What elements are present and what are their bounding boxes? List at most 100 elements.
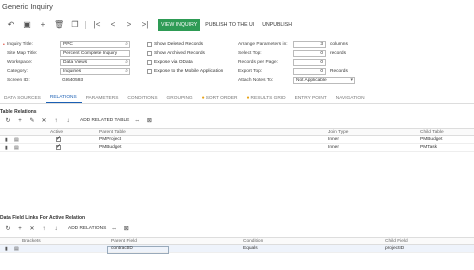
tab-entry-point[interactable]: ENTRY POINT [291,96,332,103]
delete-icon[interactable]: 🗑 [54,20,64,30]
category-label: Category: [7,69,28,74]
table-row[interactable]: ▮ ▤ contractID Equals projectID [0,245,474,254]
export-top-label: Export Top: [238,69,263,74]
note-icon[interactable]: ▤ [14,145,19,151]
save-icon[interactable]: ▣ [22,20,32,30]
select-top-input[interactable]: 0 [293,50,326,57]
active-checkbox[interactable] [56,135,61,142]
next-record-icon[interactable]: > [124,20,134,30]
expose-odata-label: Expose via OData [154,60,193,65]
tab-parameters[interactable]: PARAMETERS [82,96,124,103]
fit-columns-icon[interactable]: ⇔ [133,118,141,124]
workspace-field[interactable]: Data Views ⌕ [60,59,130,66]
arrange-parameters-input[interactable]: 3 [293,41,326,48]
tab-conditions[interactable]: CONDITIONS [123,96,162,103]
add-row-icon[interactable]: + [16,118,24,124]
inquiry-title-field[interactable]: PPC ⌕ [60,41,130,48]
unpublish-button[interactable]: UNPUBLISH [259,19,295,31]
undo-icon[interactable]: ↶ [6,20,16,30]
join-type-cell[interactable]: Inner [328,145,339,150]
column-header-child-table[interactable]: Child Table [420,130,444,135]
expose-odata-checkbox[interactable] [147,60,152,65]
copy-icon[interactable]: ❐ [70,20,80,30]
attach-notes-select[interactable]: Not Applicable ▾ [293,77,355,84]
add-icon[interactable]: + [38,20,48,30]
parent-table-cell[interactable]: PMBudget [99,145,121,150]
site-map-title-value: Percent Complete Inquiry [63,51,118,56]
show-archived-label: Show Archived Records [154,51,205,56]
column-header-brackets[interactable]: Brackets [22,239,41,244]
table-row[interactable]: ▮ ▤ PMBudget Inner PMTask [0,143,474,152]
arrange-parameters-unit: columns [330,42,348,47]
export-top-input[interactable]: 0 [293,68,326,75]
move-down-icon[interactable]: ↓ [64,118,72,124]
add-relations-button[interactable]: ADD RELATIONS [68,226,106,231]
delete-row-icon[interactable]: ✕ [28,225,36,232]
tab-relations[interactable]: RELATIONS [45,95,82,103]
site-map-title-label: Site Map Title: [7,51,38,56]
child-table-cell[interactable]: PMTask [420,145,437,150]
delete-row-icon[interactable]: ✕ [40,117,48,124]
tab-data-sources[interactable]: DATA SOURCES [0,96,46,103]
first-record-icon[interactable]: |< [92,20,102,30]
site-map-title-field[interactable]: Percent Complete Inquiry [60,50,130,57]
attach-icon[interactable]: ▮ [5,246,8,252]
search-icon[interactable]: ⌕ [125,60,128,65]
field-links-grid: Brackets Parent Field Condition Child Fi… [0,237,474,254]
condition-cell[interactable]: Equals [243,246,258,251]
tab-sort-order[interactable]: ●SORT ORDER [198,95,243,103]
fit-columns-icon[interactable]: ⇔ [110,226,118,232]
refresh-icon[interactable]: ↻ [4,225,12,232]
edit-icon[interactable]: ✎ [28,117,36,124]
column-header-parent-field[interactable]: Parent Field [111,239,137,244]
move-down-icon[interactable]: ↓ [52,226,60,232]
expose-mobile-checkbox[interactable] [147,69,152,74]
add-related-table-button[interactable]: ADD RELATED TABLE [80,118,129,123]
last-record-icon[interactable]: >| [140,20,150,30]
show-archived-checkbox[interactable] [147,51,152,56]
screen-id-label: Screen ID: [7,78,30,83]
parent-table-cell[interactable]: PMProject [99,137,121,142]
note-icon[interactable]: ▤ [14,246,19,252]
column-header-join-type[interactable]: Join Type [328,130,348,135]
records-per-page-input[interactable]: 0 [293,59,326,66]
page-title: Generic Inquiry [2,2,53,11]
view-inquiry-button[interactable]: VIEW INQUIRY [158,19,201,31]
tab-grouping[interactable]: GROUPING [163,96,198,103]
attach-icon[interactable]: ▮ [5,145,8,151]
previous-record-icon[interactable]: < [108,20,118,30]
summary-form: • Inquiry Title: PPC ⌕ Site Map Title: P… [0,40,474,92]
table-relations-title: Table Relations [0,109,37,115]
attach-notes-value: Not Applicable [296,78,327,83]
parent-field-cell[interactable]: contractID [111,246,133,251]
export-excel-icon[interactable]: ⊠ [145,117,153,124]
relations-grid-toolbar: ↻ + ✎ ✕ ↑ ↓ ADD RELATED TABLE ⇔ ⊠ [0,116,474,125]
show-deleted-checkbox[interactable] [147,42,152,47]
field-links-grid-header: Brackets Parent Field Condition Child Fi… [0,237,474,245]
attach-icon[interactable]: ▮ [5,137,8,143]
search-icon[interactable]: ⌕ [125,69,128,74]
child-table-cell[interactable]: PMBudget [420,137,442,142]
column-header-parent-table[interactable]: Parent Table [99,130,126,135]
expose-mobile-label: Expose to the Mobile Application [154,69,224,74]
category-field[interactable]: Inquiries ⌕ [60,68,130,75]
table-row[interactable]: ▮ ▤ PMProject Inner PMBudget [0,135,474,144]
add-row-icon[interactable]: + [16,226,24,232]
tab-navigation[interactable]: NAVIGATION [332,96,370,103]
relations-grid: Active Parent Table Join Type Child Tabl… [0,128,474,152]
column-header-condition[interactable]: Condition [243,239,263,244]
export-excel-icon[interactable]: ⊠ [122,225,130,232]
publish-button[interactable]: PUBLISH TO THE UI [202,19,257,31]
search-icon[interactable]: ⌕ [125,42,128,47]
refresh-icon[interactable]: ↻ [4,117,12,124]
column-header-child-field[interactable]: Child Field [385,239,408,244]
tab-results-grid[interactable]: ●RESULTS GRID [243,95,291,103]
move-up-icon[interactable]: ↑ [52,118,60,124]
active-checkbox[interactable] [56,143,61,150]
child-field-cell[interactable]: projectID [385,246,404,251]
join-type-cell[interactable]: Inner [328,137,339,142]
records-per-page-value: 0 [320,60,323,65]
select-top-unit: records [330,51,346,56]
note-icon[interactable]: ▤ [14,137,19,143]
move-up-icon[interactable]: ↑ [40,226,48,232]
